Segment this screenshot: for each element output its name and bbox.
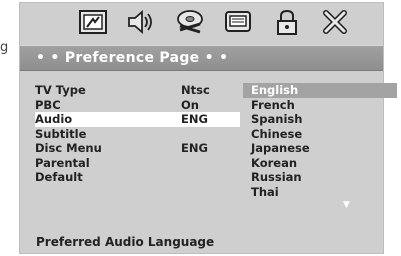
option-french[interactable]: French bbox=[243, 98, 397, 113]
setting-label: Default bbox=[35, 170, 83, 184]
option-spanish[interactable]: Spanish bbox=[243, 112, 397, 127]
tab-video[interactable] bbox=[170, 6, 210, 38]
option-thai[interactable]: Thai bbox=[243, 185, 397, 200]
exit-icon bbox=[322, 10, 347, 34]
setting-pbc[interactable]: PBC On bbox=[35, 98, 235, 113]
setting-value: ENG bbox=[181, 112, 208, 126]
setting-label: Disc Menu bbox=[35, 141, 102, 155]
setting-label: Audio bbox=[35, 112, 73, 126]
option-english[interactable]: English bbox=[243, 83, 397, 98]
tv-display-icon bbox=[225, 11, 252, 32]
tab-audio[interactable] bbox=[121, 6, 161, 38]
language-options-list: English French Spanish Chinese Japanese … bbox=[243, 83, 397, 199]
setting-parental[interactable]: Parental bbox=[35, 156, 235, 171]
password-lock-icon bbox=[276, 9, 297, 35]
video-setup-icon bbox=[176, 10, 203, 34]
page-title-bar: • • Preference Page • • bbox=[20, 45, 383, 71]
setting-label: Parental bbox=[35, 155, 90, 170]
setting-subtitle[interactable]: Subtitle bbox=[35, 127, 235, 142]
settings-panel: TV Type Ntsc PBC On Audio ENG Subtitle D… bbox=[35, 83, 397, 223]
audio-setup-icon bbox=[128, 10, 153, 34]
setting-audio[interactable]: Audio ENG bbox=[35, 112, 240, 127]
setup-toolbar bbox=[20, 3, 383, 41]
footer-hint: Preferred Audio Language bbox=[36, 235, 215, 249]
option-japanese[interactable]: Japanese bbox=[243, 141, 397, 156]
margin-glyph: g bbox=[0, 40, 9, 55]
tab-general[interactable] bbox=[73, 6, 113, 38]
option-korean[interactable]: Korean bbox=[243, 156, 397, 171]
general-setup-icon bbox=[79, 10, 107, 34]
option-chinese[interactable]: Chinese bbox=[243, 127, 397, 142]
setting-label: TV Type bbox=[35, 83, 86, 97]
tab-password[interactable] bbox=[267, 6, 307, 38]
setting-disc-menu[interactable]: Disc Menu ENG bbox=[35, 141, 235, 156]
setting-label: Subtitle bbox=[35, 126, 87, 141]
setting-value: On bbox=[181, 97, 199, 112]
setting-label: PBC bbox=[35, 97, 61, 112]
scroll-down-icon[interactable]: ▼ bbox=[343, 200, 350, 210]
tab-tv-display[interactable] bbox=[218, 6, 258, 38]
setting-value: ENG bbox=[181, 141, 208, 155]
setting-tv-type[interactable]: TV Type Ntsc bbox=[35, 83, 235, 98]
setting-value: Ntsc bbox=[181, 83, 210, 97]
osd-screen: • • Preference Page • • TV Type Ntsc PBC… bbox=[19, 2, 397, 254]
help-footer: Preferred Audio Language bbox=[20, 231, 383, 253]
page-title: • • Preference Page • • bbox=[36, 50, 229, 66]
option-russian[interactable]: Russian bbox=[243, 170, 397, 185]
setting-default[interactable]: Default bbox=[35, 170, 235, 185]
settings-list: TV Type Ntsc PBC On Audio ENG Subtitle D… bbox=[35, 83, 240, 185]
tab-exit[interactable] bbox=[315, 6, 355, 38]
